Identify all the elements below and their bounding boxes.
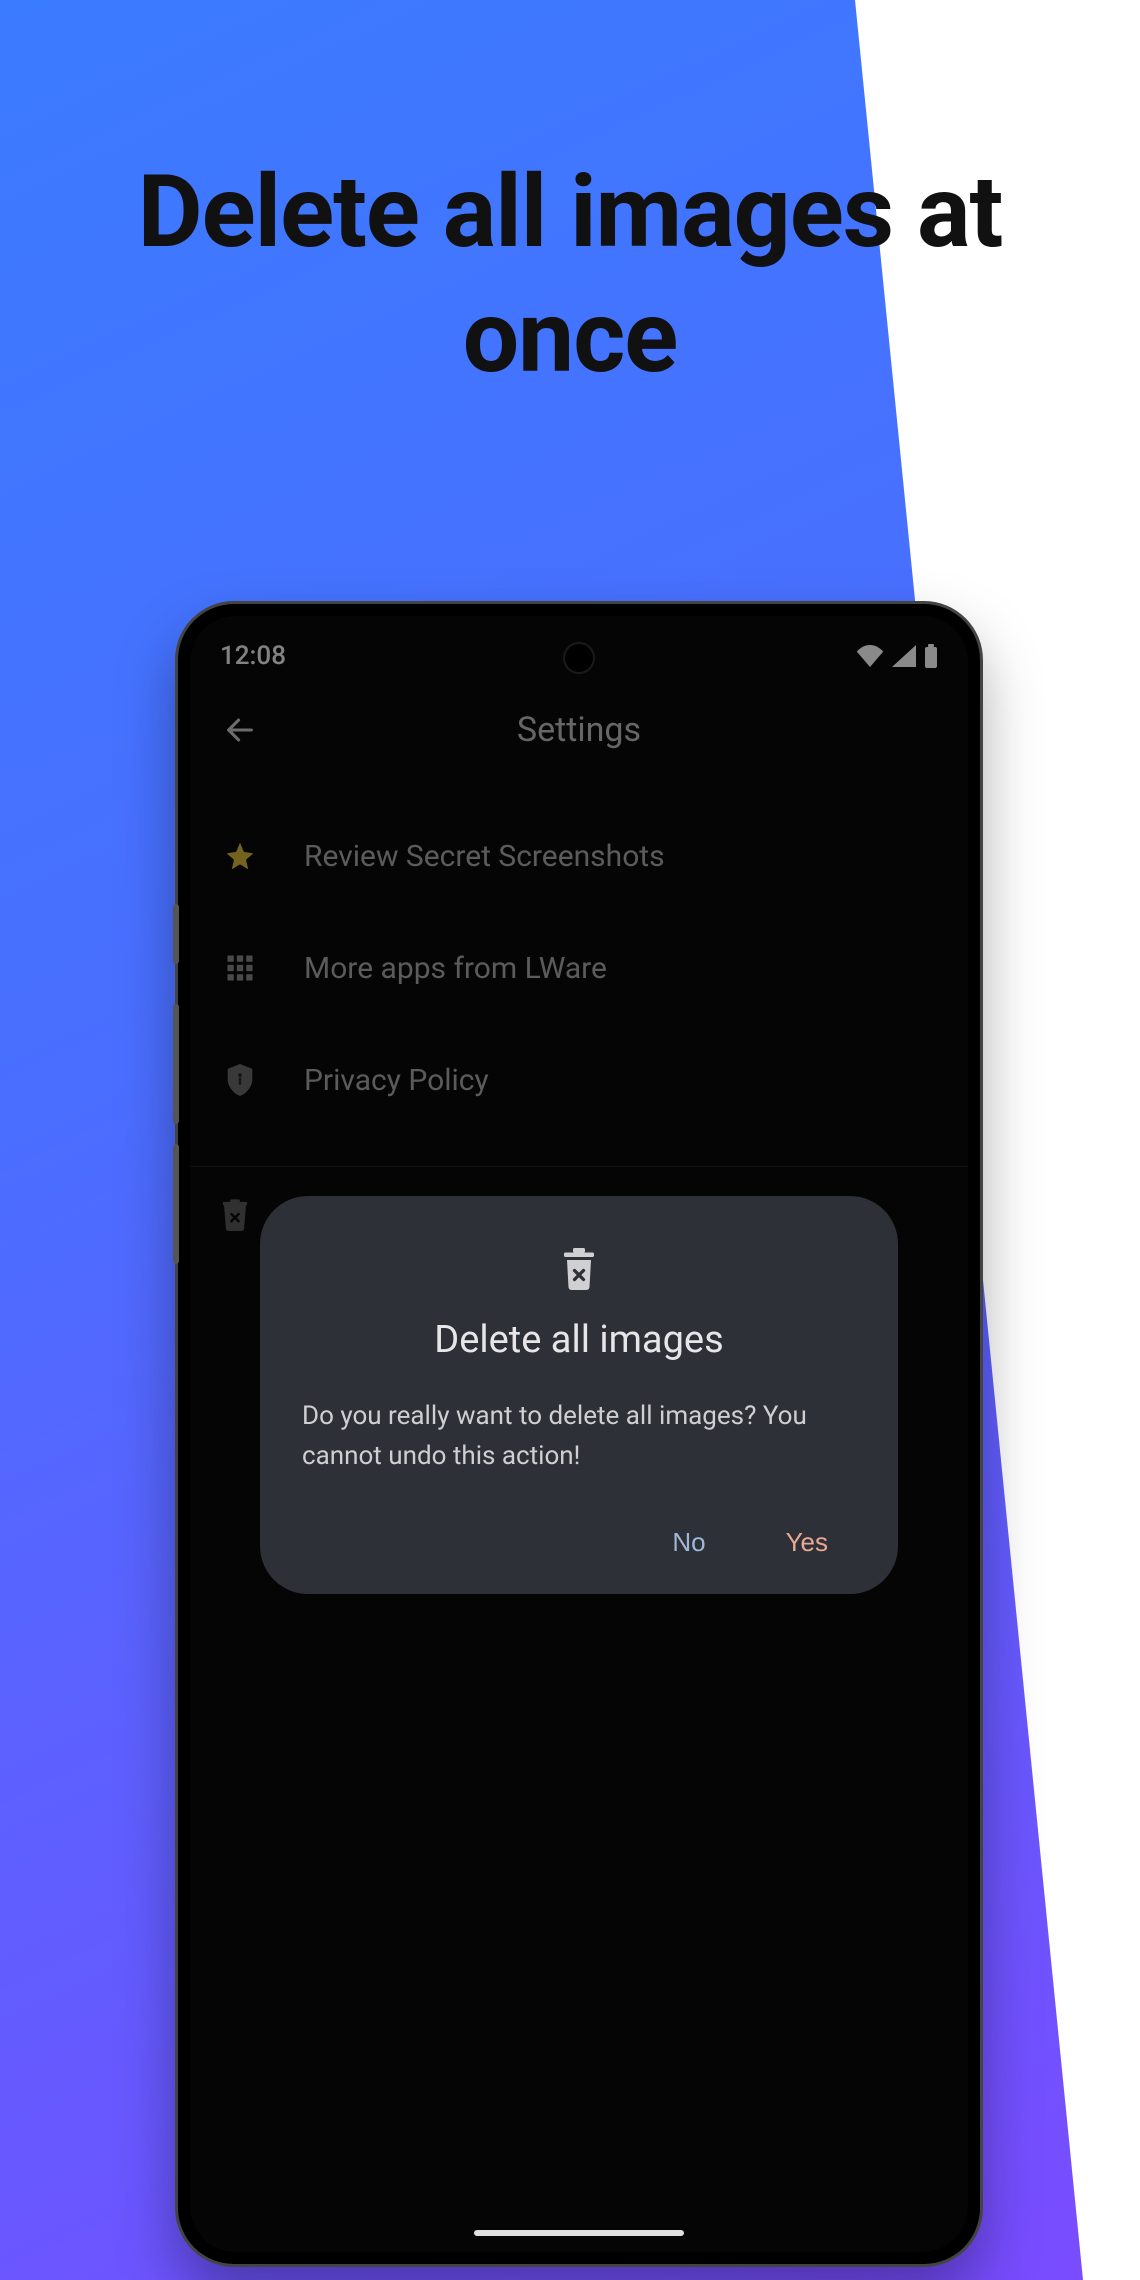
battery-icon bbox=[924, 644, 938, 668]
delete-confirm-dialog: Delete all images Do you really want to … bbox=[260, 1196, 898, 1594]
star-icon bbox=[220, 840, 260, 872]
promo-background: Delete all images at once 12:08 Sett bbox=[0, 0, 1140, 2280]
dialog-actions: No Yes bbox=[302, 1527, 856, 1558]
phone-frame: 12:08 Settings bbox=[178, 604, 980, 2264]
app-header: Settings bbox=[190, 680, 968, 780]
status-icons bbox=[856, 644, 938, 668]
dialog-yes-button[interactable]: Yes bbox=[786, 1527, 828, 1558]
grid-icon bbox=[220, 953, 260, 983]
home-indicator[interactable] bbox=[474, 2230, 684, 2236]
phone-screen: 12:08 Settings bbox=[190, 616, 968, 2252]
shield-icon bbox=[220, 1064, 260, 1096]
settings-item-more-apps[interactable]: More apps from LWare bbox=[190, 912, 968, 1024]
phone-side-button bbox=[173, 904, 179, 964]
signal-icon bbox=[892, 645, 916, 667]
dialog-no-button[interactable]: No bbox=[672, 1527, 705, 1558]
phone-side-button bbox=[173, 1144, 179, 1264]
camera-hole bbox=[563, 642, 595, 674]
dialog-title: Delete all images bbox=[302, 1318, 856, 1362]
dialog-body: Do you really want to delete all images?… bbox=[302, 1396, 856, 1477]
promo-headline: Delete all images at once bbox=[0, 0, 1140, 400]
trash-icon bbox=[220, 1197, 250, 1235]
page-title: Settings bbox=[517, 710, 641, 750]
phone-side-button bbox=[173, 1004, 179, 1124]
settings-item-label: More apps from LWare bbox=[304, 951, 607, 986]
settings-item-label: Privacy Policy bbox=[304, 1063, 489, 1098]
divider bbox=[190, 1166, 968, 1167]
wifi-icon bbox=[856, 645, 884, 667]
settings-list: Review Secret Screenshots More apps from… bbox=[190, 780, 968, 1156]
settings-item-privacy[interactable]: Privacy Policy bbox=[190, 1024, 968, 1136]
arrow-left-icon bbox=[223, 713, 257, 747]
status-time: 12:08 bbox=[220, 641, 286, 671]
back-button[interactable] bbox=[218, 708, 262, 752]
trash-icon bbox=[302, 1248, 856, 1290]
settings-item-label: Review Secret Screenshots bbox=[304, 839, 665, 874]
settings-item-review[interactable]: Review Secret Screenshots bbox=[190, 800, 968, 912]
